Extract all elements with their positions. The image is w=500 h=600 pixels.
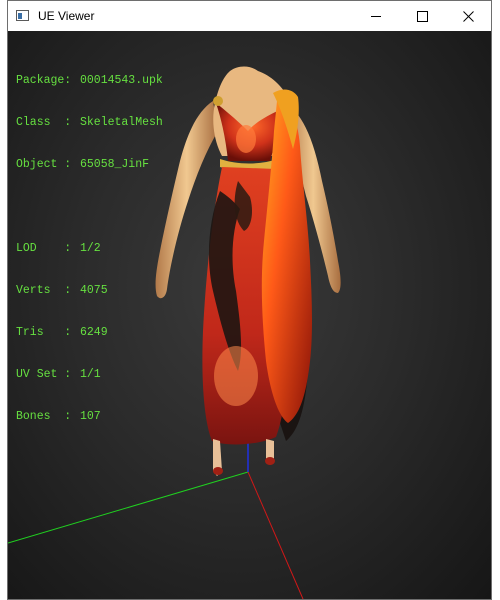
3d-viewport[interactable]: Package: 00014543.upk Class : SkeletalMesh…: [8, 31, 491, 599]
info-lod: LOD :1/2: [16, 242, 101, 255]
title-bar[interactable]: UE Viewer: [8, 1, 491, 31]
axis-x-line: [247, 471, 304, 599]
collar-ornament: [213, 96, 223, 106]
info-class: Class : SkeletalMesh: [16, 116, 163, 129]
bodice-highlight: [236, 125, 256, 153]
axis-y-line: [8, 471, 249, 544]
maximize-icon: [416, 10, 428, 22]
mesh-info-panel: Package: 00014543.upk Class : SkeletalMesh…: [16, 46, 163, 452]
window-title: UE Viewer: [38, 9, 95, 23]
info-uvset: UV Set :1/1: [16, 368, 101, 381]
info-verts: Verts :4075: [16, 284, 108, 297]
skirt-highlight: [214, 346, 258, 406]
info-object: Object :65058_JinF: [16, 158, 150, 171]
ue-viewer-window: UE Viewer Package: 00014543.upk Class: …: [7, 0, 492, 600]
left-shoe: [213, 467, 223, 475]
info-package: Package: 00014543.upk: [16, 74, 163, 87]
window-icon: [16, 10, 29, 21]
background-console-right: [491, 0, 500, 600]
close-icon: [462, 10, 474, 22]
maximize-button[interactable]: [399, 1, 445, 31]
minimize-icon: [371, 15, 381, 17]
close-button[interactable]: [445, 1, 491, 31]
info-bones: Bones :107: [16, 410, 101, 423]
info-tris: Tris :6249: [16, 326, 108, 339]
minimize-button[interactable]: [353, 1, 399, 31]
right-shoe: [265, 457, 275, 465]
